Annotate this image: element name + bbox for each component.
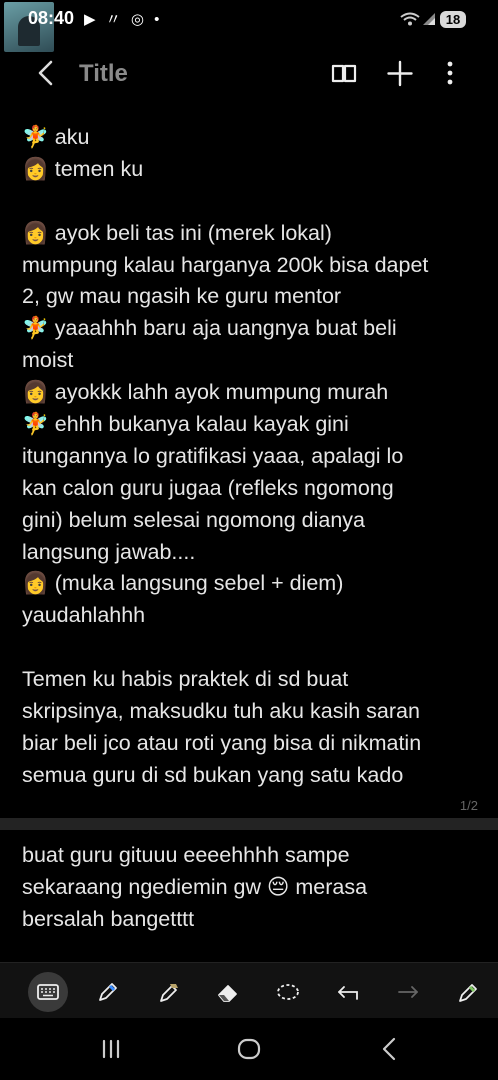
pen-settings-tool[interactable] [448, 972, 488, 1012]
home-icon [237, 1038, 261, 1060]
note-page-1-line: kan calon guru jugaa (refleks ngomong [22, 475, 394, 500]
eraser-icon [218, 985, 237, 1002]
note-page-1-line: 🧚 yaaahhh baru aja uangnya buat beli [22, 316, 397, 341]
keyboard-icon [37, 984, 59, 1000]
note-page-1-line: 🧚 aku [22, 125, 90, 149]
status-time: 08:40 [28, 8, 75, 28]
note-page-2[interactable]: buat guru gituuu eeeehhhh sampe sekaraang… [0, 830, 498, 960]
add-page-button[interactable] [386, 58, 414, 88]
lasso-icon [277, 984, 299, 1000]
signal-icon [423, 13, 435, 25]
reading-mode-button[interactable] [330, 58, 358, 88]
chevron-left-icon [38, 60, 53, 86]
app-bar: Title [0, 48, 498, 100]
drawing-toolbar [0, 962, 498, 1019]
plus-icon [387, 60, 413, 87]
pen-settings-icon [459, 984, 477, 1002]
highlighter-tool[interactable] [148, 972, 188, 1012]
home-button[interactable] [234, 1034, 264, 1064]
note-page-1-line: biar beli jco atau roti yang bisa di nik… [22, 730, 422, 755]
keyboard-tool[interactable] [28, 972, 68, 1012]
pen-tool[interactable] [88, 972, 128, 1012]
book-icon [331, 64, 357, 83]
redo-button[interactable] [388, 972, 428, 1012]
note-page-1-line: gini) belum selesai ngomong dianya [22, 507, 366, 532]
notification-icons: ▶ 〃 ◎ • [84, 11, 163, 28]
note-page-1-line: moist [22, 348, 74, 373]
note-page-1-line: 👩 ayokkk lahh ayok mumpung murah [22, 380, 389, 405]
note-body-page-2[interactable]: buat guru gituuu eeeehhhh sampe sekaraang… [22, 840, 482, 936]
note-page-2-line: sekaraang ngediemin gw 😔 merasa [22, 874, 368, 899]
note-page-1-line: semua guru di sd bukan yang satu kado [22, 762, 404, 787]
note-title[interactable]: Title [79, 60, 128, 88]
back-chevron-icon [382, 1037, 396, 1061]
note-page-1-line: yaudahlahhh [22, 603, 146, 628]
eraser-tool[interactable] [208, 972, 248, 1012]
page-indicator: 1/2 [459, 798, 478, 813]
note-page-1[interactable]: 🧚 aku 👩 temen ku 👩 ayok beli tas ini (mere… [0, 108, 498, 818]
note-page-1-line: 👩 (muka langsung sebel + diem) [22, 571, 344, 596]
note-page-1-line: itungannya lo gratifikasi yaaa, apalagi … [22, 443, 404, 468]
note-page-1-line [22, 186, 482, 218]
wifi-icon [400, 12, 420, 26]
system-nav-bar [0, 1018, 498, 1080]
redo-icon [398, 986, 418, 998]
status-bar: 08:40 ▶ 〃 ◎ • 18 [0, 0, 498, 52]
recent-apps-button[interactable] [96, 1034, 126, 1064]
note-page-2-line: bersalah bangetttt [22, 906, 195, 931]
page-divider [0, 818, 498, 830]
note-page-1-line: skripsinya, maksudku tuh aku kasih saran [22, 699, 420, 724]
note-page-1-line: 👩 ayok beli tas ini (merek lokal) [22, 220, 332, 245]
lasso-tool[interactable] [268, 972, 308, 1012]
more-options-button[interactable] [436, 58, 464, 88]
recent-apps-icon [102, 1039, 120, 1059]
note-page-2-line: buat guru gituuu eeeehhhh sampe [22, 843, 350, 867]
note-page-1-line: langsung jawab.... [22, 539, 196, 564]
more-vertical-icon [447, 61, 453, 85]
note-page-1-line: 👩 temen ku [22, 156, 144, 181]
highlighter-icon [160, 984, 178, 1002]
note-page-1-line: 2, gw mau ngasih ke guru mentor [22, 284, 342, 309]
pen-icon [99, 983, 117, 1001]
system-back-button[interactable] [374, 1034, 404, 1064]
back-button[interactable] [32, 58, 62, 88]
battery-indicator: 18 [440, 11, 466, 28]
note-page-1-line [22, 632, 482, 664]
note-body-page-1[interactable]: 🧚 aku 👩 temen ku 👩 ayok beli tas ini (mere… [22, 122, 482, 792]
note-page-1-line: mumpung kalau harganya 200k bisa dapet [22, 252, 429, 277]
note-page-1-line: 🧚 ehhh bukanya kalau kayak gini [22, 412, 349, 437]
undo-icon [338, 986, 358, 1000]
note-page-1-line: Temen ku habis praktek di sd buat [22, 667, 349, 692]
undo-button[interactable] [328, 972, 368, 1012]
